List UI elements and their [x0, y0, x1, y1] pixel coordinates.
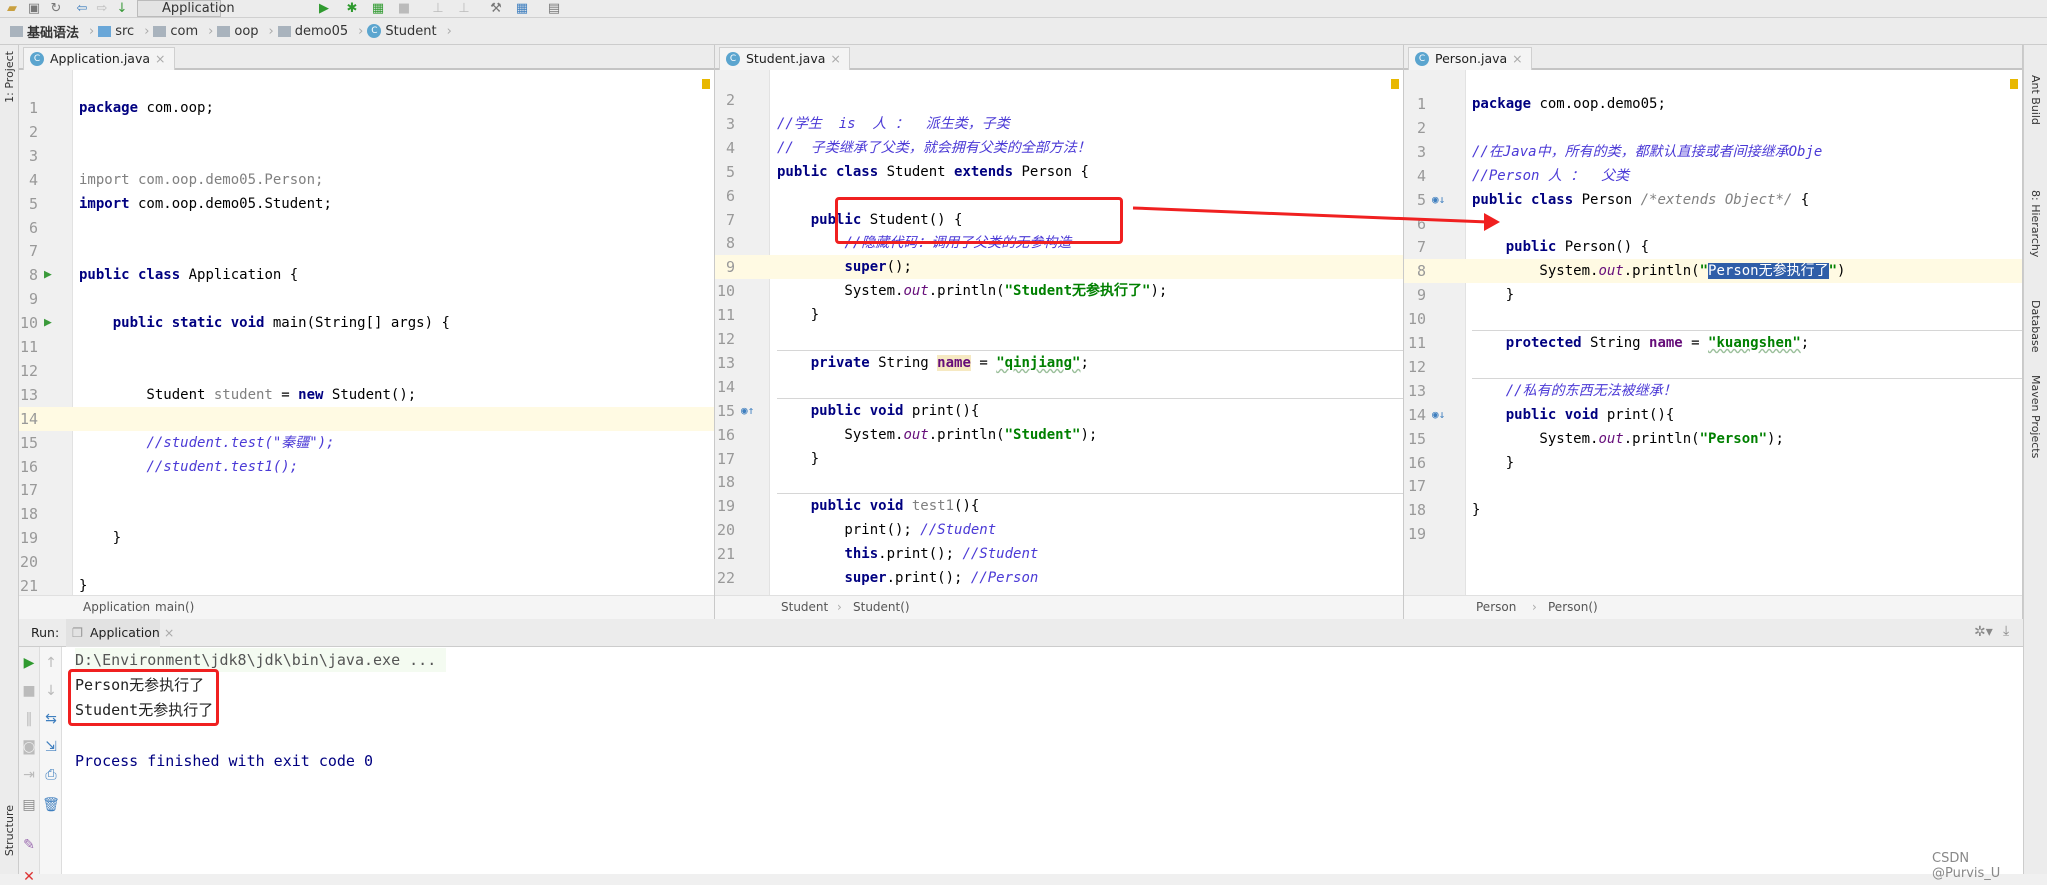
run-label: Run: — [31, 625, 60, 640]
arrow-line — [1132, 206, 1489, 224]
trash-icon[interactable]: 🗑 — [42, 797, 60, 813]
close-icon[interactable]: × — [164, 625, 174, 640]
rerun-icon[interactable]: ▶ — [20, 655, 38, 671]
stop-icon[interactable]: ■ — [20, 683, 38, 699]
watermark: CSDN @Purvis_U — [1932, 851, 2001, 881]
down-arrow-icon[interactable]: ↓ — [42, 683, 60, 699]
pause-icon[interactable]: ‖ — [20, 711, 38, 727]
layout-icon[interactable]: ▤ — [20, 797, 38, 813]
annotation-box-console-output — [68, 669, 219, 726]
arrow-head — [1484, 213, 1500, 231]
run-tab-application[interactable]: ❐ Application × — [66, 619, 174, 647]
dump-threads-icon[interactable]: ◙ — [20, 739, 38, 755]
run-panel-header: Run: ❐ Application × ✲▾ ⤓ — [19, 619, 2023, 647]
console-exit-message: Process finished with exit code 0 — [75, 752, 374, 770]
print-icon[interactable]: ⎙ — [42, 767, 60, 783]
run-panel: Run: ❐ Application × ✲▾ ⤓ ▶ ■ ‖ ◙ ⇥ ▤ ✎ ✕ … — [19, 619, 2023, 885]
soft-wrap-icon[interactable]: ⇆ — [42, 711, 60, 727]
gear-icon[interactable]: ✲▾ — [1974, 624, 1993, 640]
hide-panel-icon[interactable]: ⤓ — [2003, 623, 2009, 639]
run-toolbar-primary: ▶ ■ ‖ ◙ ⇥ ▤ ✎ ✕ — [19, 647, 40, 885]
exit-icon[interactable]: ⇥ — [20, 767, 38, 783]
close-run-icon[interactable]: ✕ — [20, 869, 38, 885]
console-icon: ❐ — [72, 625, 84, 640]
scroll-to-end-icon[interactable]: ⇲ — [42, 739, 60, 755]
run-toolbar-secondary: ↑ ↓ ⇆ ⇲ ⎙ 🗑 — [40, 647, 62, 874]
pin-icon[interactable]: ✎ — [20, 837, 38, 853]
up-arrow-icon[interactable]: ↑ — [42, 655, 60, 671]
run-tab-label: Application — [90, 625, 160, 640]
